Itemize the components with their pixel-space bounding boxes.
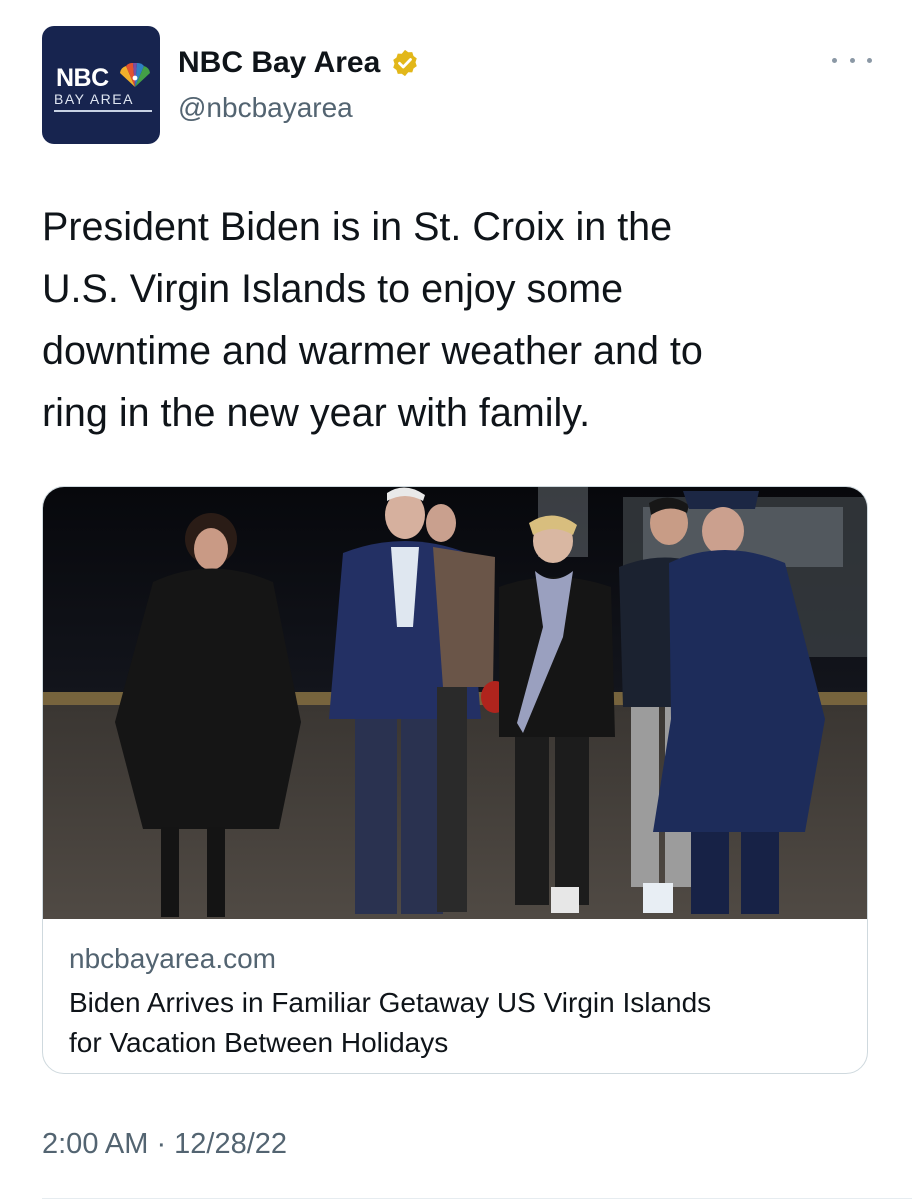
more-dot	[832, 57, 837, 63]
verified-badge-icon	[393, 49, 418, 77]
tweet-timestamp[interactable]: 2:00 AM · 12/28/22	[42, 1128, 287, 1161]
avatar-logo-divider	[54, 110, 152, 112]
more-dot	[867, 57, 872, 63]
card-domain: nbcbayarea.com	[69, 943, 277, 974]
peacock-icon	[120, 62, 150, 87]
more-dot	[849, 57, 855, 63]
avatar-logo-subtext: BAY AREA	[54, 91, 134, 107]
tweet-text: President Biden is in St. Croix in the U…	[42, 196, 872, 444]
card-photo[interactable]	[43, 487, 868, 919]
avatar-logo-text: NBC	[56, 64, 109, 92]
link-preview-card[interactable]: nbcbayarea.com Biden Arrives in Familiar…	[42, 486, 868, 1074]
card-title-line: for Vacation Between Holidays	[69, 1027, 449, 1058]
card-title: Biden Arrives in Familiar Getaway US Vir…	[69, 983, 849, 1063]
card-title-line: Biden Arrives in Familiar Getaway US Vir…	[69, 987, 712, 1018]
more-options-icon[interactable]	[832, 48, 872, 72]
card-meta[interactable]: nbcbayarea.com Biden Arrives in Familiar…	[69, 939, 849, 1063]
account-name-row[interactable]: NBC Bay Area	[178, 46, 420, 80]
tweet-line: U.S. Virgin Islands to enjoy some	[42, 267, 624, 311]
tweet-line: President Biden is in St. Croix in the	[42, 205, 673, 249]
tweet-line: downtime and warmer weather and to	[42, 329, 703, 373]
account-handle[interactable]: @nbcbayarea	[178, 92, 353, 124]
divider	[42, 1198, 912, 1199]
tweet-line: ring in the new year with family.	[42, 391, 591, 435]
display-name[interactable]: NBC Bay Area	[178, 46, 380, 80]
avatar[interactable]: NBC BAY AREA	[42, 26, 160, 144]
